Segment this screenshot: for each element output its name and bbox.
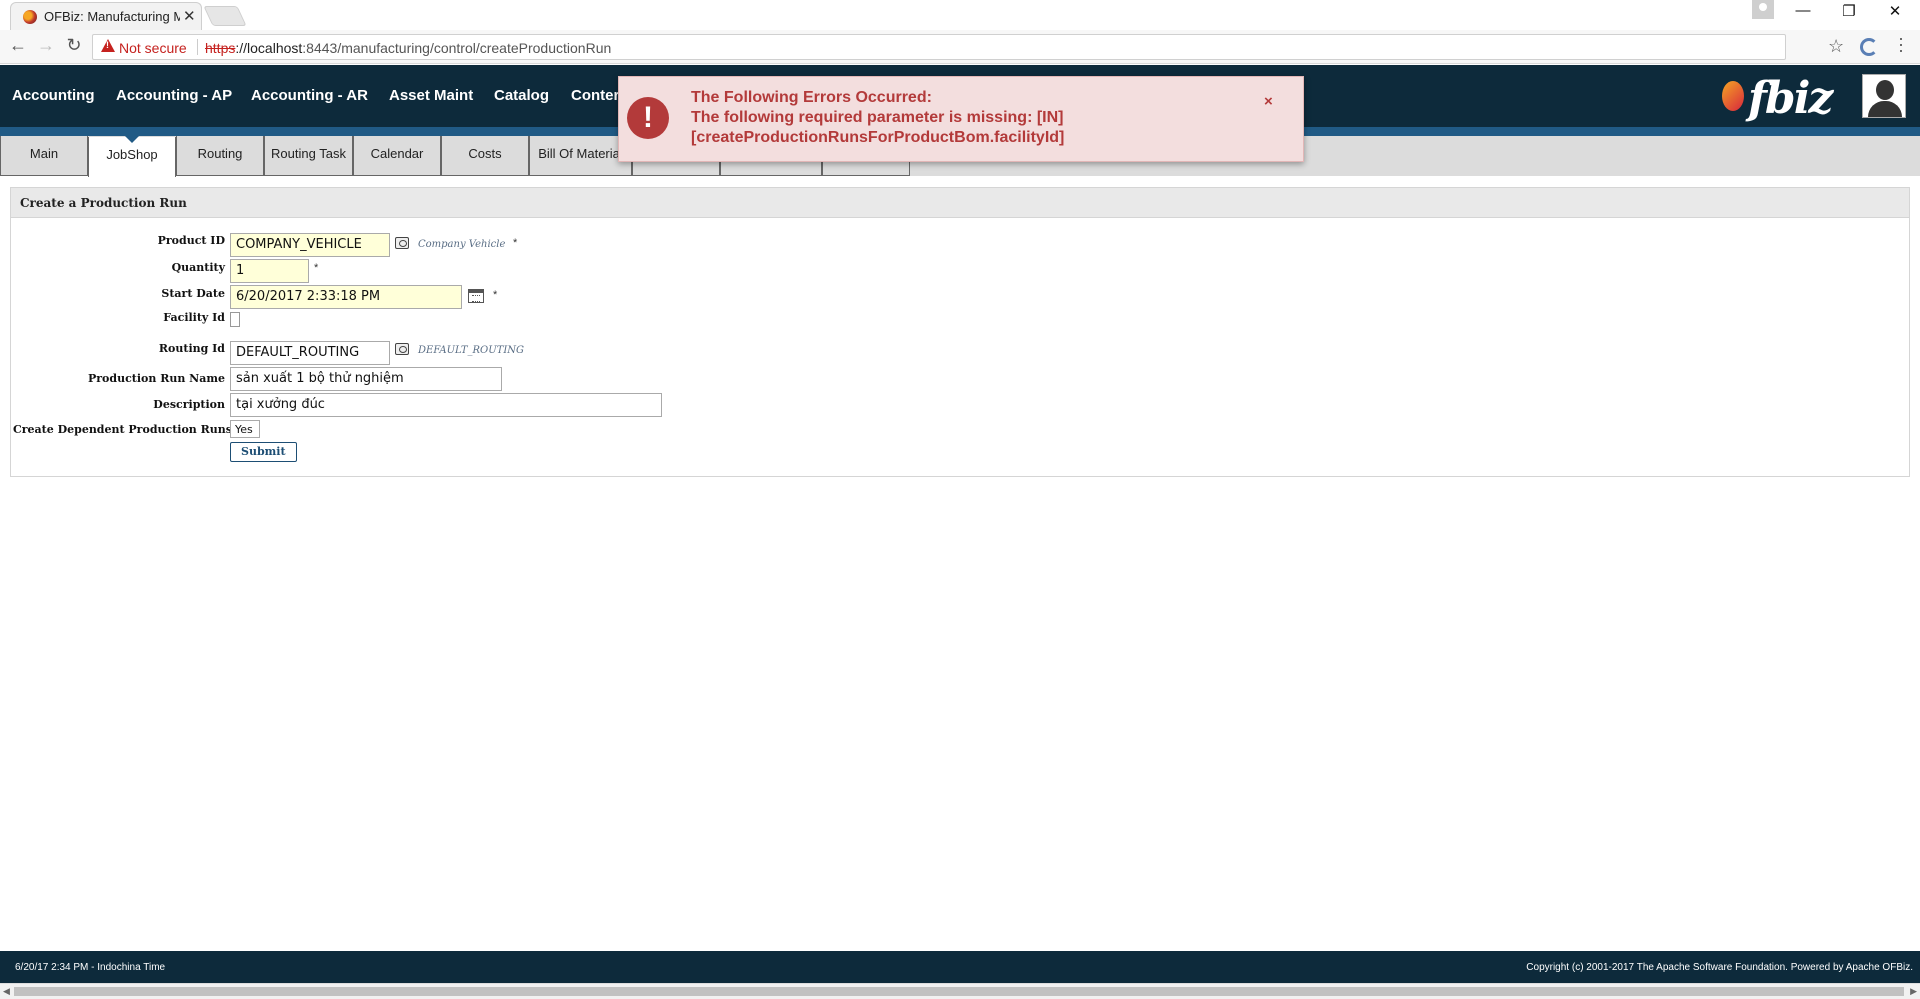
start-date-input[interactable]: 6/20/2017 2:33:18 PM — [230, 285, 462, 309]
avatar-head — [1876, 80, 1894, 100]
tab-main[interactable]: Main — [0, 136, 88, 176]
tab-calendar[interactable]: Calendar — [353, 136, 441, 176]
ofbiz-logo-mark-icon — [1722, 81, 1744, 111]
routing-id-input[interactable]: DEFAULT_ROUTING — [230, 341, 390, 365]
bookmark-star-icon[interactable]: ☆ — [1828, 36, 1844, 57]
browser-tabstrip: OFBiz: Manufacturing M ✕ — ❐ ✕ — [0, 0, 1920, 30]
error-line-2: [createProductionRunsForProductBom.facil… — [691, 129, 1065, 146]
tab-costs[interactable]: Costs — [441, 136, 529, 176]
error-icon: ! — [627, 97, 669, 139]
app-nav-accounting[interactable]: Accounting — [12, 87, 95, 104]
product-lookup-icon[interactable] — [395, 237, 409, 249]
new-tab-button[interactable] — [203, 6, 247, 26]
window-close-button[interactable]: ✕ — [1880, 2, 1910, 24]
facility-id-input[interactable] — [230, 312, 240, 327]
description-label: Description — [153, 398, 225, 411]
minimize-button[interactable]: — — [1788, 2, 1818, 24]
app-nav-accounting-ap[interactable]: Accounting - AP — [116, 87, 232, 104]
restore-button[interactable]: ❐ — [1834, 2, 1864, 24]
product-id-input[interactable]: COMPANY_VEHICLE — [230, 233, 390, 257]
product-description: Company Vehicle — [418, 239, 506, 250]
url-separator — [197, 39, 198, 55]
screenlet-title: Create a Production Run — [20, 196, 187, 210]
footer-timestamp: 6/20/17 2:34 PM - Indochina Time — [15, 962, 166, 973]
app-footer: 6/20/17 2:34 PM - Indochina Time Copyrig… — [0, 951, 1920, 983]
required-marker: * — [513, 237, 518, 249]
profile-icon[interactable] — [1752, 0, 1774, 19]
browser-tab[interactable]: OFBiz: Manufacturing M ✕ — [10, 2, 202, 30]
screenlet-title-bar: Create a Production Run — [11, 188, 1909, 218]
create-production-run-screenlet: Create a Production Run Product ID COMPA… — [10, 187, 1910, 477]
reload-icon[interactable]: ↻ — [62, 35, 86, 59]
routing-description: DEFAULT_ROUTING — [418, 345, 525, 356]
browser-menu-icon[interactable]: · · · — [1896, 29, 1906, 59]
app-nav-accounting-ar[interactable]: Accounting - AR — [251, 87, 368, 104]
ofbiz-favicon-icon — [23, 10, 37, 24]
production-run-name-label: Production Run Name — [87, 372, 225, 385]
scroll-left-icon[interactable]: ◀ — [3, 986, 10, 997]
required-marker: * — [314, 262, 319, 274]
tab-bill-of-material[interactable]: Bill Of Material — [529, 136, 632, 176]
url-text[interactable]: https://localhost:8443/manufacturing/con… — [205, 40, 611, 56]
routing-id-label: Routing Id — [158, 342, 225, 355]
footer-copyright[interactable]: Copyright (c) 2001-2017 The Apache Softw… — [1526, 962, 1913, 973]
scroll-right-icon[interactable]: ▶ — [1910, 986, 1917, 997]
production-run-name-input[interactable]: sản xuất 1 bộ thử nghiệm — [230, 367, 502, 391]
warning-icon — [101, 39, 115, 52]
error-message-box: ! The Following Errors Occurred: The fol… — [618, 76, 1304, 162]
create-dependent-runs-label: Create Dependent Production Runs — [13, 423, 232, 436]
scrollbar-thumb[interactable] — [14, 987, 1904, 996]
extension-icon[interactable] — [1860, 38, 1878, 56]
description-input[interactable]: tại xưởng đúc — [230, 393, 662, 417]
product-id-label: Product ID — [157, 234, 225, 247]
app-nav-catalog[interactable]: Catalog — [494, 87, 549, 104]
ofbiz-logo[interactable]: fbiz — [1716, 73, 1844, 124]
error-title: The Following Errors Occurred: — [691, 89, 932, 106]
horizontal-scrollbar[interactable]: ◀ ▶ — [0, 983, 1920, 999]
error-close-icon[interactable]: × — [1264, 93, 1273, 110]
app-nav-content[interactable]: Conter — [571, 87, 619, 104]
quantity-label: Quantity — [171, 261, 225, 274]
browser-toolbar: ← → ↻ Not secure https://localhost:8443/… — [0, 30, 1920, 64]
security-indicator[interactable]: Not secure — [119, 40, 187, 56]
tab-routing-task[interactable]: Routing Task — [264, 136, 353, 176]
routing-lookup-icon[interactable] — [395, 343, 409, 355]
create-dependent-runs-select[interactable]: Yes — [230, 420, 260, 438]
quantity-input[interactable]: 1 — [230, 259, 309, 283]
browser-tab-title: OFBiz: Manufacturing M — [44, 9, 180, 24]
address-bar[interactable]: Not secure https://localhost:8443/manufa… — [92, 34, 1786, 60]
start-date-label: Start Date — [161, 287, 225, 300]
calendar-icon[interactable] — [468, 289, 484, 303]
tab-close-icon[interactable]: ✕ — [183, 7, 196, 25]
required-marker: * — [493, 289, 498, 301]
user-avatar[interactable] — [1862, 74, 1906, 118]
ofbiz-logo-text: fbiz — [1748, 73, 1833, 124]
avatar-body — [1868, 101, 1902, 117]
submit-button[interactable]: Submit — [230, 442, 297, 462]
back-arrow-icon[interactable]: ← — [6, 35, 30, 59]
error-line-1: The following required parameter is miss… — [691, 109, 1064, 126]
tab-routing[interactable]: Routing — [176, 136, 264, 176]
forward-arrow-icon[interactable]: → — [34, 35, 58, 59]
tab-jobshop[interactable]: JobShop — [88, 136, 176, 177]
facility-id-label: Facility Id — [163, 311, 225, 324]
app-nav-asset-maint[interactable]: Asset Maint — [389, 87, 473, 104]
